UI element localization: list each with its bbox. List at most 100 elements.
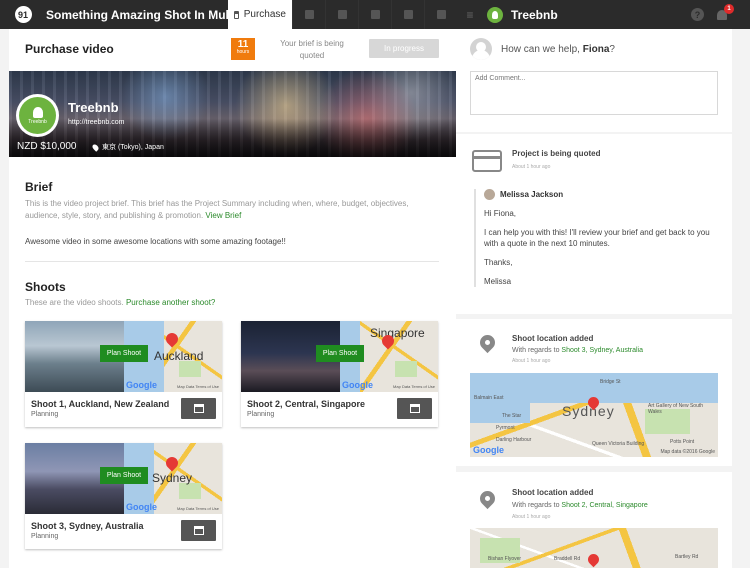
schedule-button[interactable] [397,398,432,419]
top-bar: 91 Something Amazing Shot In Multi... Pu… [0,0,750,29]
tab-purchase-label: Purchase [243,9,286,20]
message-greeting: Hi Fiona, [484,209,517,218]
shoots-title: Shoots [25,280,66,294]
plan-shoot-button[interactable]: Plan Shoot [100,467,148,484]
map-marker-icon [476,331,499,354]
google-logo: Google [342,380,373,390]
activity-panel: How can we help, Fiona? Project is being… [456,29,732,568]
hours-badge: 11 hours [231,38,255,60]
shoot-link[interactable]: Shoot 2, Central, Singapore [561,502,647,509]
purchase-another-shoot-link[interactable]: Purchase another shoot? [126,298,215,307]
project-title[interactable]: Something Amazing Shot In Multi... [46,0,228,29]
scrollbar[interactable] [735,29,750,568]
activity-time: About 1 hour ago [512,514,551,520]
schedule-button[interactable] [181,520,216,541]
author-avatar [484,189,495,200]
tab-review[interactable] [391,0,424,29]
brief-section: Brief This is the video project brief. T… [25,180,438,246]
app-logo[interactable]: 91 [0,0,46,29]
in-progress-button[interactable]: In progress [369,39,439,58]
plan-shoot-button[interactable]: Plan Shoot [100,345,148,362]
map-city-label: Auckland [154,349,204,363]
map-terms[interactable]: Map Data Terms of Use [177,384,219,389]
shoot-name: Shoot 1, Auckland, New Zealand [31,399,170,409]
message: Melissa Jackson Hi Fiona, I can help you… [474,189,724,287]
location-text: 東京 (Tokyo), Japan [102,144,164,151]
notifications-button[interactable]: 1 [716,3,734,21]
brief-note: Awesome video in some awesome locations … [25,237,286,246]
google-logo: Google [126,380,157,390]
tab-purchase[interactable]: Purchase [228,0,292,29]
tab-edit[interactable] [358,0,391,29]
calendar-icon [436,10,446,19]
user-name: Fiona [582,44,610,55]
map-pin-icon [91,142,100,152]
map-label: Braddell Rd [554,556,581,562]
main-panel: Purchase video 11 hours Your brief is be… [9,29,456,568]
credit-card-icon [234,10,239,19]
tab-shoot[interactable] [325,0,358,29]
credit-card-icon [472,150,502,172]
tree-icon [487,6,503,23]
map-label: Bishan Flyover [488,556,522,562]
activity-title: Shoot location added [512,334,594,343]
map-marker-icon [476,487,499,510]
map-label: Queen Victoria Building [592,441,645,447]
shoot-card[interactable]: Singapore Google Map Data Terms of Use P… [241,321,438,427]
map-terms[interactable]: Map Data Terms of Use [393,384,435,389]
activity-item: Shoot location added With regards to Sho… [456,319,732,466]
tab-publish[interactable] [424,0,457,29]
map-pin-icon [163,454,181,472]
location-map[interactable]: Bishan Flyover Braddell Rd Bartley Rd [470,528,718,568]
comment-input[interactable] [470,71,718,115]
map-label: Darling Harbour [496,437,532,443]
notification-badge: 1 [724,3,734,14]
activity-title: Project is being quoted [512,149,601,158]
view-brief-link[interactable]: View Brief [205,211,241,220]
user-avatar [470,38,492,60]
scissors-icon [370,10,380,19]
shoot-status: Planning [247,411,275,418]
plan-shoot-button[interactable]: Plan Shoot [316,345,364,362]
menu-icon[interactable]: ≡ [457,0,483,29]
camera-icon [337,10,347,19]
shoot-status: Planning [31,533,59,540]
help-icon[interactable]: ? [691,8,704,21]
budget-price: NZD $10,000 [17,141,77,152]
tab-brief[interactable] [292,0,325,29]
message-body: I can help you with this! I'll review yo… [484,228,710,248]
company-name: Treebnb [68,100,119,115]
shoot-link[interactable]: Shoot 3, Sydney, Australia [561,347,643,354]
schedule-button[interactable] [181,398,216,419]
map-city-label: Singapore [370,326,425,340]
document-icon [304,10,314,19]
message-signature: Melissa [484,277,512,286]
message-author: Melissa Jackson [500,190,564,199]
brief-description: This is the video project brief. This br… [25,199,409,220]
map-label: The Star [502,413,522,419]
shoot-card[interactable]: Auckland Google Map Data Terms of Use Pl… [25,321,222,427]
company-logo: Treebnb [16,94,59,137]
map-label: Potts Point [670,439,695,445]
google-logo: Google [473,445,504,455]
map-pin-icon [163,330,181,348]
map-label: Bartley Rd [675,554,699,560]
activity-item: Shoot location added With regards to Sho… [456,472,732,568]
activity-time: About 1 hour ago [512,164,551,170]
shoot-card[interactable]: Sydney Google Map Data Terms of Use Plan… [25,443,222,549]
map-terms[interactable]: Map data ©2016 Google [660,449,715,455]
calendar-icon [193,404,204,413]
brand[interactable]: Treebnb [483,0,558,29]
divider [25,261,439,262]
shoot-name: Shoot 3, Sydney, Australia [31,521,144,531]
activity-time: About 1 hour ago [512,358,551,364]
calendar-icon [193,526,204,535]
shoot-name: Shoot 2, Central, Singapore [247,399,366,409]
location-map[interactable]: Sydney Bridge St The Star Pyrmont Darlin… [470,373,718,457]
brief-status: Your brief is being quoted [280,39,344,60]
map-label: Art Gallery of New South Wales [648,403,704,415]
map-city-label: Sydney [152,471,193,485]
map-terms[interactable]: Map Data Terms of Use [177,506,219,511]
tree-icon [32,106,43,118]
company-url[interactable]: http://treebnb.com [68,119,124,126]
